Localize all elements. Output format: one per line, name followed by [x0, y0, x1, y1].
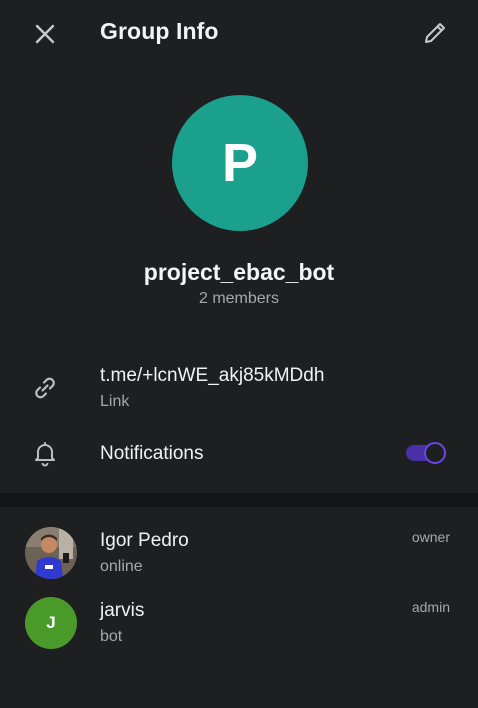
link-icon — [30, 373, 60, 403]
section-divider — [0, 493, 478, 507]
member-row-jarvis[interactable]: J jarvis bot admin — [0, 597, 478, 663]
member-name: jarvis — [100, 600, 145, 621]
invite-link-label: Link — [100, 393, 130, 410]
group-avatar[interactable]: P — [172, 95, 308, 231]
toggle-knob — [424, 442, 446, 464]
group-info-panel: Group Info P project_ebac_bot 2 members … — [0, 0, 478, 708]
member-row-igor[interactable]: Igor Pedro online owner — [0, 527, 478, 593]
member-role-badge: admin — [411, 599, 450, 615]
header: Group Info — [0, 0, 478, 66]
bell-icon — [30, 438, 60, 468]
edit-button[interactable] — [415, 13, 455, 53]
group-name: project_ebac_bot — [143, 259, 335, 285]
close-icon — [35, 24, 55, 44]
pencil-icon — [425, 23, 445, 43]
notifications-toggle[interactable] — [404, 441, 448, 465]
members-count: 2 members — [198, 290, 280, 307]
invite-link[interactable]: t.me/+lcnWE_akj85kMDdh — [100, 365, 324, 387]
member-role-badge: owner — [411, 529, 450, 545]
avatar — [25, 527, 77, 579]
member-name: Igor Pedro — [100, 530, 189, 551]
group-avatar-letter: P — [221, 133, 259, 193]
member-status: online — [100, 558, 143, 575]
member-status: bot — [100, 628, 123, 645]
avatar-letter: J — [46, 613, 56, 632]
avatar: J — [25, 597, 77, 649]
close-button[interactable] — [25, 14, 65, 54]
page-title: Group Info — [100, 18, 219, 44]
notifications-label: Notifications — [100, 443, 204, 464]
